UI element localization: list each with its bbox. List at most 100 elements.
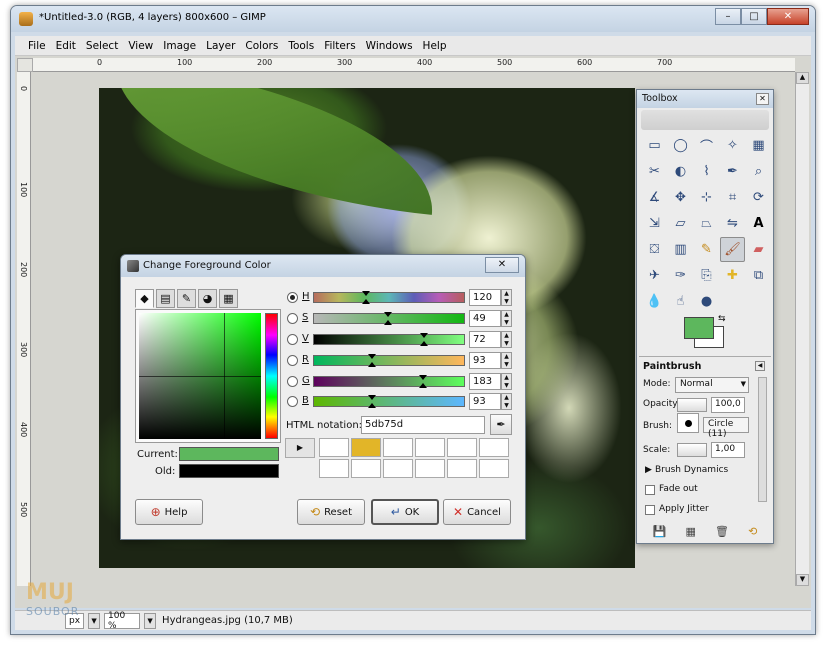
- menu-layer[interactable]: Layer: [201, 40, 240, 52]
- history-color-swatch[interactable]: [319, 438, 349, 457]
- close-button[interactable]: ✕: [767, 8, 809, 25]
- g-slider-thumb-icon[interactable]: [419, 375, 427, 380]
- h-slider-thumb-icon[interactable]: [362, 299, 370, 304]
- scale-tool-icon[interactable]: ⇲: [642, 211, 667, 236]
- menu-select[interactable]: Select: [81, 40, 123, 52]
- airbrush-tool-icon[interactable]: ✈: [642, 263, 667, 288]
- scale-input[interactable]: 1,00: [711, 442, 745, 458]
- brush-name[interactable]: Circle (11): [703, 417, 749, 439]
- mode-select[interactable]: Normal ▼: [675, 377, 749, 393]
- menu-image[interactable]: Image: [158, 40, 201, 52]
- move-tool-icon[interactable]: ✥: [668, 185, 693, 210]
- menu-colors[interactable]: Colors: [240, 40, 283, 52]
- vertical-ruler[interactable]: 0 100 200 300 400 500: [17, 72, 31, 586]
- h-slider-thumb-icon[interactable]: [362, 291, 370, 296]
- vertical-scrollbar[interactable]: ▲ ▼: [795, 72, 809, 586]
- zoom-select[interactable]: 100 %: [104, 611, 141, 631]
- v-slider[interactable]: [313, 333, 465, 346]
- foreground-color-swatch[interactable]: [684, 317, 714, 339]
- ink-tool-icon[interactable]: ✑: [668, 263, 693, 288]
- history-color-swatch[interactable]: [319, 459, 349, 478]
- b-value-input[interactable]: 93: [469, 393, 501, 410]
- reset-options-icon[interactable]: ⟲: [748, 525, 757, 541]
- s-slider[interactable]: [313, 312, 465, 325]
- horizontal-ruler[interactable]: 0 100 200 300 400 500 600 700: [33, 58, 795, 72]
- h-spin-icon[interactable]: ▲ ▼: [501, 289, 512, 306]
- brush-preview[interactable]: [677, 413, 699, 433]
- scissors-tool-icon[interactable]: ✂: [642, 159, 667, 184]
- foreground-select-tool-icon[interactable]: ◐: [668, 159, 693, 184]
- zoom-tool-icon[interactable]: ⌕: [746, 159, 771, 184]
- opacity-slider[interactable]: [677, 398, 707, 412]
- g-slider[interactable]: [313, 375, 465, 388]
- cancel-button[interactable]: ✕ Cancel: [443, 499, 511, 525]
- history-color-swatch[interactable]: [415, 459, 445, 478]
- unit-dropdown-icon[interactable]: ▼: [88, 612, 101, 629]
- pencil-tool-icon[interactable]: ✎: [694, 237, 719, 262]
- hue-strip[interactable]: [265, 313, 278, 439]
- b-radio[interactable]: [287, 396, 298, 407]
- r-radio[interactable]: [287, 355, 298, 366]
- rect-select-tool-icon[interactable]: ▭: [642, 133, 667, 158]
- scroll-up-arrow-icon[interactable]: ▲: [796, 72, 809, 84]
- fuzzy-select-tool-icon[interactable]: ✧: [720, 133, 745, 158]
- g-value-input[interactable]: 183: [469, 373, 501, 390]
- b-slider-thumb-icon[interactable]: [368, 395, 376, 400]
- smudge-tool-icon[interactable]: ☝: [668, 289, 693, 314]
- wheel-selector-tab-icon[interactable]: ◕: [198, 289, 217, 308]
- history-color-swatch[interactable]: [415, 438, 445, 457]
- gimp-selector-tab-icon[interactable]: ◆: [135, 289, 154, 308]
- g-slider-thumb-icon[interactable]: [419, 383, 427, 388]
- history-color-swatch[interactable]: [479, 438, 509, 457]
- help-button[interactable]: ⊕ Help: [135, 499, 203, 525]
- flip-tool-icon[interactable]: ⇋: [720, 211, 745, 236]
- heal-tool-icon[interactable]: ✚: [720, 263, 745, 288]
- align-tool-icon[interactable]: ⊹: [694, 185, 719, 210]
- cmyk-selector-tab-icon[interactable]: ▤: [156, 289, 175, 308]
- options-scrollbar[interactable]: [758, 377, 767, 502]
- brush-selector-tab-icon[interactable]: ✎: [177, 289, 196, 308]
- color-picker-button[interactable]: ✒: [490, 414, 512, 435]
- history-color-swatch[interactable]: [479, 459, 509, 478]
- measure-tool-icon[interactable]: ∡: [642, 185, 667, 210]
- reset-button[interactable]: ⟲ Reset: [297, 499, 365, 525]
- text-tool-icon[interactable]: A: [746, 211, 771, 236]
- palette-selector-tab-icon[interactable]: ▦: [219, 289, 238, 308]
- clone-tool-icon[interactable]: ⎘: [694, 263, 719, 288]
- b-spin-icon[interactable]: ▲ ▼: [501, 393, 512, 410]
- dialog-close-button[interactable]: ✕: [485, 257, 519, 273]
- g-radio[interactable]: [287, 376, 298, 387]
- v-value-input[interactable]: 72: [469, 331, 501, 348]
- opacity-input[interactable]: 100,0: [711, 397, 745, 413]
- dynamics-expander-icon[interactable]: ▶: [645, 465, 652, 475]
- ok-button[interactable]: ↵ OK: [371, 499, 439, 525]
- history-color-swatch[interactable]: [383, 459, 413, 478]
- s-spin-icon[interactable]: ▲ ▼: [501, 310, 512, 327]
- add-to-history-button[interactable]: ▶: [285, 438, 315, 458]
- history-color-swatch[interactable]: [383, 438, 413, 457]
- s-radio[interactable]: [287, 313, 298, 324]
- apply-jitter-checkbox[interactable]: [645, 505, 655, 515]
- bucket-fill-tool-icon[interactable]: ⛋: [642, 237, 667, 262]
- perspective-tool-icon[interactable]: ⏢: [694, 211, 719, 236]
- dodge-burn-tool-icon[interactable]: ●: [694, 289, 719, 314]
- rotate-tool-icon[interactable]: ⟳: [746, 185, 771, 210]
- restore-options-icon[interactable]: ▦: [685, 525, 695, 541]
- scroll-down-arrow-icon[interactable]: ▼: [796, 574, 809, 586]
- h-slider[interactable]: [313, 291, 465, 304]
- b-slider[interactable]: [313, 395, 465, 408]
- delete-options-icon[interactable]: 🗑: [715, 525, 729, 541]
- r-slider[interactable]: [313, 354, 465, 367]
- h-value-input[interactable]: 120: [469, 289, 501, 306]
- menu-windows[interactable]: Windows: [361, 40, 418, 52]
- select-by-color-tool-icon[interactable]: ▦: [746, 133, 771, 158]
- scale-slider[interactable]: [677, 443, 707, 457]
- r-slider-thumb-icon[interactable]: [368, 362, 376, 367]
- b-slider-thumb-icon[interactable]: [368, 403, 376, 408]
- wilber-drop-area[interactable]: [641, 110, 769, 130]
- menu-filters[interactable]: Filters: [319, 40, 360, 52]
- swap-colors-icon[interactable]: ⇆: [718, 314, 726, 324]
- s-slider-thumb-icon[interactable]: [384, 320, 392, 325]
- maximize-button[interactable]: □: [741, 8, 767, 25]
- history-color-swatch[interactable]: [447, 459, 477, 478]
